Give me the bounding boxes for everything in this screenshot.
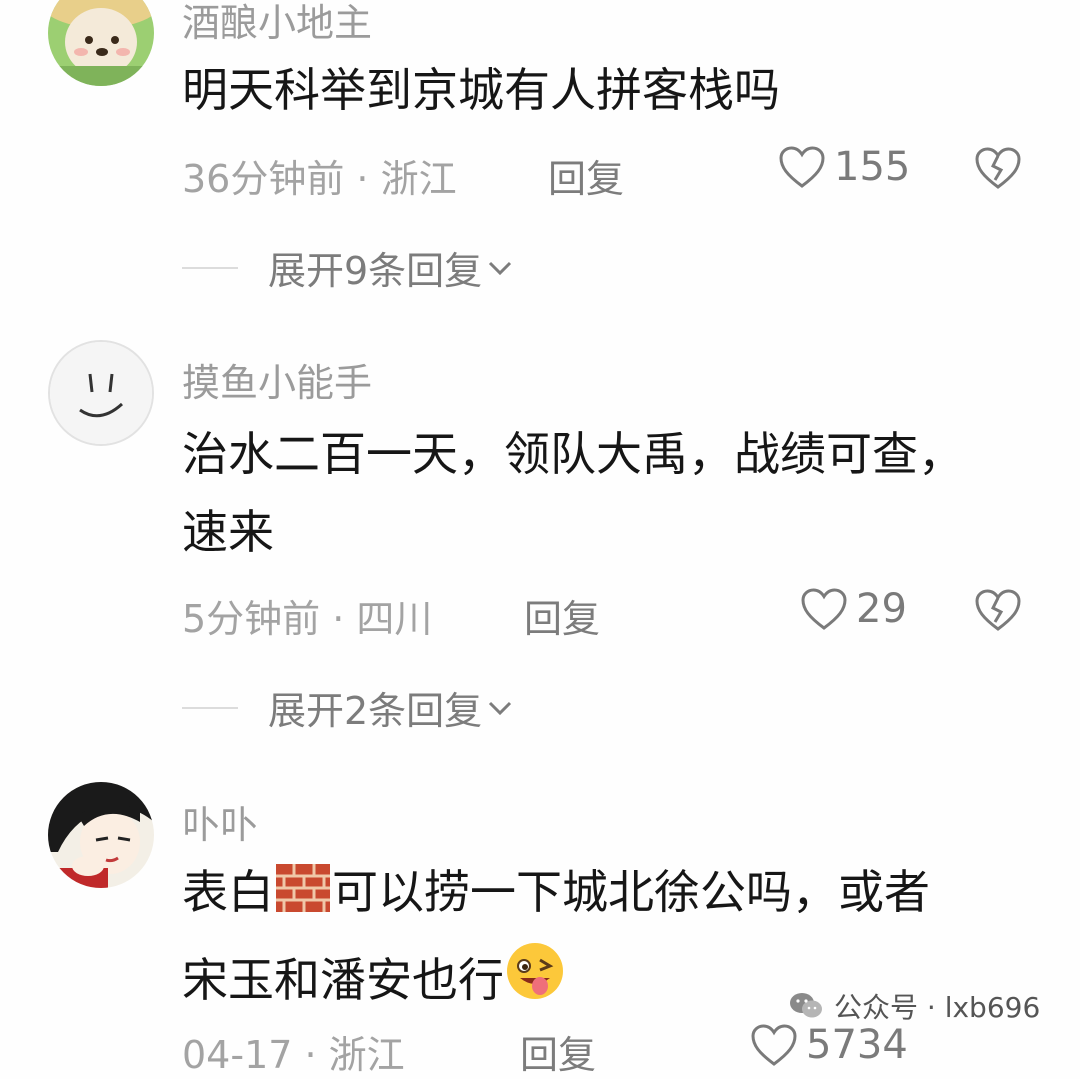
broken-heart-icon	[975, 147, 1021, 189]
divider	[182, 266, 238, 269]
comment-text: 明天科举到京城有人拼客栈吗	[182, 63, 780, 117]
like-button[interactable]: 155	[778, 144, 910, 190]
expand-replies-label: 展开9条回复	[268, 249, 483, 293]
avatar[interactable]	[48, 0, 154, 86]
comment-meta: 5分钟前 · 四川	[182, 597, 433, 641]
broken-heart-icon	[975, 589, 1021, 631]
like-count: 29	[856, 586, 907, 632]
winking-tongue-emoji	[507, 943, 563, 999]
avatar[interactable]	[48, 340, 154, 446]
expand-replies-label: 展开2条回复	[268, 689, 483, 733]
like-button[interactable]: 5734	[750, 1022, 908, 1068]
comment-text-part: 宋玉和潘安也行	[182, 953, 504, 1007]
username[interactable]: 卟卟	[182, 794, 258, 849]
brick-wall-emoji	[276, 864, 330, 912]
comment-item: 摸鱼小能手 治水二百一天，领队大禹，战绩可查， 速来 5分钟前 · 四川 回复 …	[0, 330, 1080, 750]
comment-text: 速来	[182, 505, 274, 559]
divider	[182, 706, 238, 709]
expand-replies[interactable]: 展开9条回复	[182, 240, 514, 295]
username[interactable]: 酒酿小地主	[182, 0, 372, 47]
chevron-down-icon	[489, 261, 512, 275]
reply-button[interactable]: 回复	[548, 148, 624, 203]
like-button[interactable]: 29	[800, 586, 907, 632]
avatar-bear-image	[48, 0, 154, 86]
comment-text-part: 可以捞一下城北徐公吗，或者	[332, 865, 930, 919]
comment-item: 酒酿小地主 明天科举到京城有人拼客栈吗 36分钟前 · 浙江 回复 155 展开…	[0, 0, 1080, 300]
heart-outline-icon	[801, 588, 847, 630]
comment-meta: 04-17 · 浙江	[182, 1033, 405, 1077]
username[interactable]: 摸鱼小能手	[182, 352, 372, 407]
comment-text: 治水二百一天，领队大禹，战绩可查，	[182, 427, 964, 481]
reply-button[interactable]: 回复	[524, 588, 600, 643]
comment-text: 宋玉和潘安也行	[182, 940, 566, 1010]
like-count: 155	[834, 144, 911, 190]
comment-meta: 36分钟前 · 浙江	[182, 157, 457, 201]
watermark-label: 公众号 · lxb696	[834, 991, 1041, 1024]
reply-button[interactable]: 回复	[520, 1024, 596, 1079]
avatar-anime-girl-image	[48, 782, 154, 888]
chevron-down-icon	[489, 701, 512, 715]
heart-outline-icon	[751, 1024, 797, 1066]
dislike-button[interactable]	[974, 146, 1022, 194]
avatar[interactable]	[48, 782, 154, 888]
watermark: 公众号 · lxb696	[788, 986, 1040, 1026]
like-count: 5734	[806, 1022, 908, 1068]
comment-text-part: 表白	[182, 865, 274, 919]
heart-outline-icon	[779, 146, 825, 188]
expand-replies[interactable]: 展开2条回复	[182, 680, 514, 735]
dislike-button[interactable]	[974, 588, 1022, 636]
avatar-smiley-image	[50, 342, 152, 444]
comment-text: 表白 可以捞一下城北徐公吗，或者	[182, 862, 930, 922]
wechat-icon	[790, 993, 822, 1018]
